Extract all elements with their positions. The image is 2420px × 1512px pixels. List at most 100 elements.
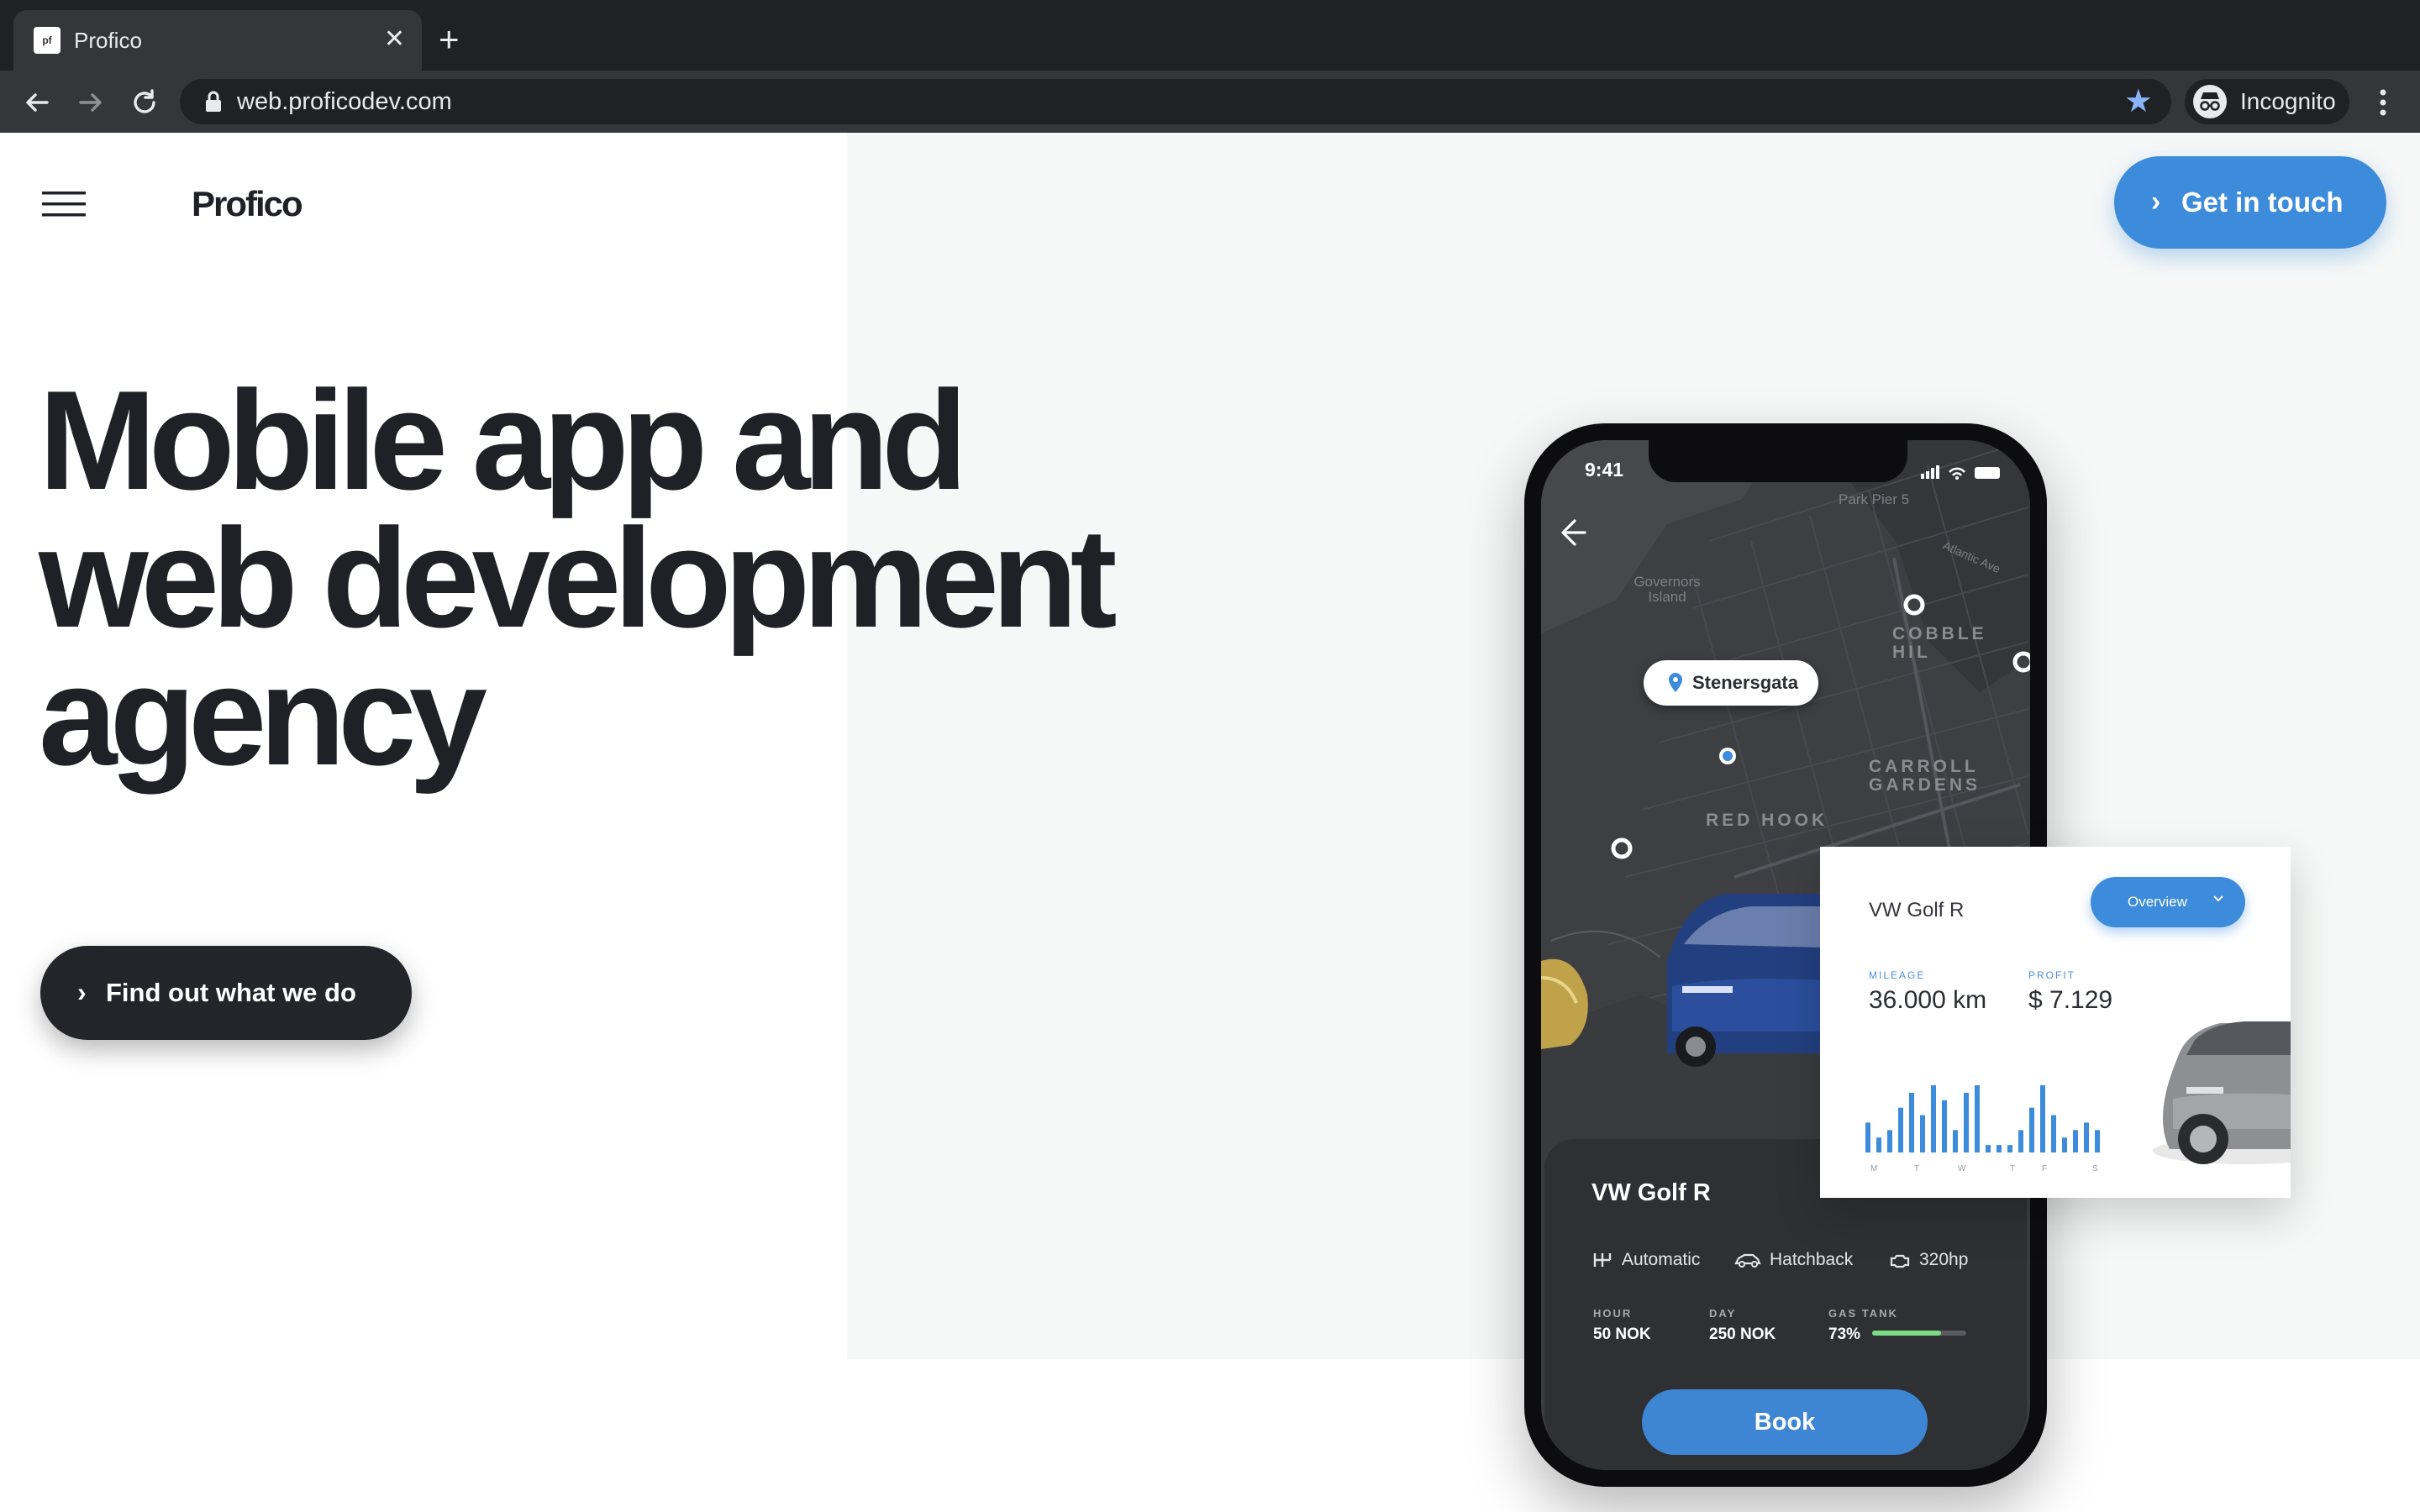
incognito-icon <box>2193 85 2227 118</box>
map-label: COBBLE HIL <box>1892 624 1987 662</box>
lock-icon[interactable] <box>203 91 224 113</box>
browser-tab[interactable]: pf Profico ✕ <box>13 10 422 71</box>
chart-bar <box>1996 1145 2002 1152</box>
chart-bar <box>1942 1100 1947 1152</box>
profit-key: PROFIT <box>2028 969 2075 981</box>
chart-bar <box>1964 1092 1969 1152</box>
chart-bar <box>2084 1122 2089 1152</box>
bookmark-star-icon[interactable]: ★ <box>2124 86 2153 118</box>
stat-value: 50 NOK <box>1593 1326 1651 1343</box>
map-label-text: Governors <box>1634 574 1701 590</box>
spec-power: 320hp <box>1889 1250 1968 1270</box>
car-title: VW Golf R <box>1591 1179 1711 1206</box>
pin-label: Stenersgata <box>1692 672 1798 693</box>
chart-bar <box>1898 1107 1903 1152</box>
map-label: CARROLL <box>1869 757 1979 776</box>
favicon-icon: pf <box>34 27 60 54</box>
hamburger-menu-icon[interactable] <box>42 192 86 217</box>
chart-day-label: M <box>1870 1164 1877 1173</box>
forward-arrow-icon[interactable] <box>74 86 108 119</box>
chevron-down-icon <box>2213 895 2223 902</box>
chart-bar <box>1931 1085 1936 1152</box>
chart-bar <box>2040 1085 2045 1152</box>
car-image <box>2153 1021 2291 1164</box>
browser-toolbar: web.proficodev.com ★ Incognito <box>0 71 2420 133</box>
headline-line: web development <box>39 499 1118 657</box>
chart-bar <box>2062 1137 2067 1152</box>
chart-bar <box>1986 1145 1991 1152</box>
engine-icon <box>1890 1255 1910 1268</box>
overview-car-title: VW Golf R <box>1869 899 1965 921</box>
stat-key: HOUR <box>1593 1307 1633 1320</box>
chart-bar <box>2051 1115 2056 1152</box>
mileage-key: MILEAGE <box>1869 969 1926 981</box>
get-in-touch-label: Get in touch <box>2181 186 2344 218</box>
overview-dropdown-button[interactable]: Overview <box>2091 877 2245 927</box>
chart-day-label: W <box>1958 1164 1966 1173</box>
back-arrow-icon[interactable] <box>20 86 54 119</box>
mileage-value: 36.000 km <box>1869 986 1987 1014</box>
stat-key: GAS TANK <box>1828 1307 1898 1320</box>
book-button[interactable]: Book <box>1642 1389 1928 1455</box>
tab-close-icon[interactable]: ✕ <box>384 25 405 54</box>
incognito-label: Incognito <box>2240 88 2336 114</box>
phone-notch <box>1649 440 1907 482</box>
chart-day-label: T <box>2010 1164 2015 1173</box>
browser-tab-strip: pf Profico ✕ + <box>0 0 2420 71</box>
chart-bar <box>2073 1130 2078 1152</box>
chevron-right-icon: › <box>2151 186 2161 218</box>
spec-label: Hatchback <box>1770 1250 1854 1269</box>
gas-tank-bar <box>1872 1331 1966 1336</box>
spec-label: 320hp <box>1919 1250 1969 1269</box>
chart-day-label: F <box>2042 1164 2047 1173</box>
new-tab-plus-icon[interactable]: + <box>439 22 460 57</box>
chart-bar <box>2018 1130 2023 1152</box>
overview-card: VW Golf R Overview MILEAGE 36.000 km PRO… <box>1820 847 2291 1198</box>
find-out-button[interactable]: › Find out what we do <box>40 946 412 1040</box>
chevron-right-icon: › <box>77 977 87 1007</box>
chart-bar <box>1876 1137 1881 1152</box>
get-in-touch-button[interactable]: › Get in touch <box>2114 156 2386 249</box>
chart-bar <box>1865 1122 1870 1152</box>
map-label: RED HOOK <box>1706 811 1828 830</box>
status-time: 9:41 <box>1585 459 1624 480</box>
chart-bar <box>2095 1130 2100 1152</box>
chart-bar <box>1909 1092 1914 1152</box>
stat-value: 73% <box>1828 1326 1861 1343</box>
signal-wifi-battery-icon <box>1921 465 2000 480</box>
headline-line: Mobile app and <box>39 361 968 519</box>
url-text[interactable]: web.proficodev.com <box>237 89 452 114</box>
chart-bar <box>1975 1085 1980 1152</box>
incognito-profile-button[interactable]: Incognito <box>2185 79 2349 124</box>
spec-transmission: Automatic <box>1591 1250 1700 1270</box>
chart-bar <box>1953 1130 1958 1152</box>
chart-day-label: T <box>1914 1164 1919 1173</box>
chart-bar <box>2007 1145 2012 1152</box>
stat-value: 250 NOK <box>1709 1326 1776 1343</box>
chart-bar <box>1920 1115 1925 1152</box>
map-pin-icon <box>1669 673 1682 692</box>
address-bar[interactable]: web.proficodev.com ★ <box>180 79 2171 124</box>
chart-bar <box>2029 1107 2034 1152</box>
map-label: Governors Island <box>1617 575 1718 605</box>
gearbox-icon <box>1593 1253 1612 1268</box>
chart-day-label: S <box>2092 1164 2098 1173</box>
spec-label: Automatic <box>1622 1250 1701 1269</box>
tab-title: Profico <box>74 28 142 53</box>
map-label: GARDENS <box>1869 775 1981 795</box>
location-pin-tag[interactable]: Stenersgata <box>1644 660 1818 706</box>
car-body-icon <box>1734 1254 1761 1268</box>
hero-headline: Mobile app and web development agency <box>39 361 1215 786</box>
reload-icon[interactable] <box>128 86 161 119</box>
overview-label: Overview <box>2128 894 2187 910</box>
stat-key: DAY <box>1709 1307 1737 1320</box>
profit-value: $ 7.129 <box>2028 986 2113 1014</box>
find-out-label: Find out what we do <box>106 978 356 1007</box>
site-logo[interactable]: Profico <box>192 183 303 225</box>
map-label-text: Island <box>1648 589 1686 605</box>
mini-bar-chart: MTWTFS <box>1865 1085 2100 1173</box>
map-label: Park Pier 5 <box>1839 491 1910 507</box>
gas-tank-fill <box>1872 1331 1941 1336</box>
browser-menu-icon[interactable] <box>2375 86 2391 119</box>
chart-bar <box>1887 1130 1892 1152</box>
